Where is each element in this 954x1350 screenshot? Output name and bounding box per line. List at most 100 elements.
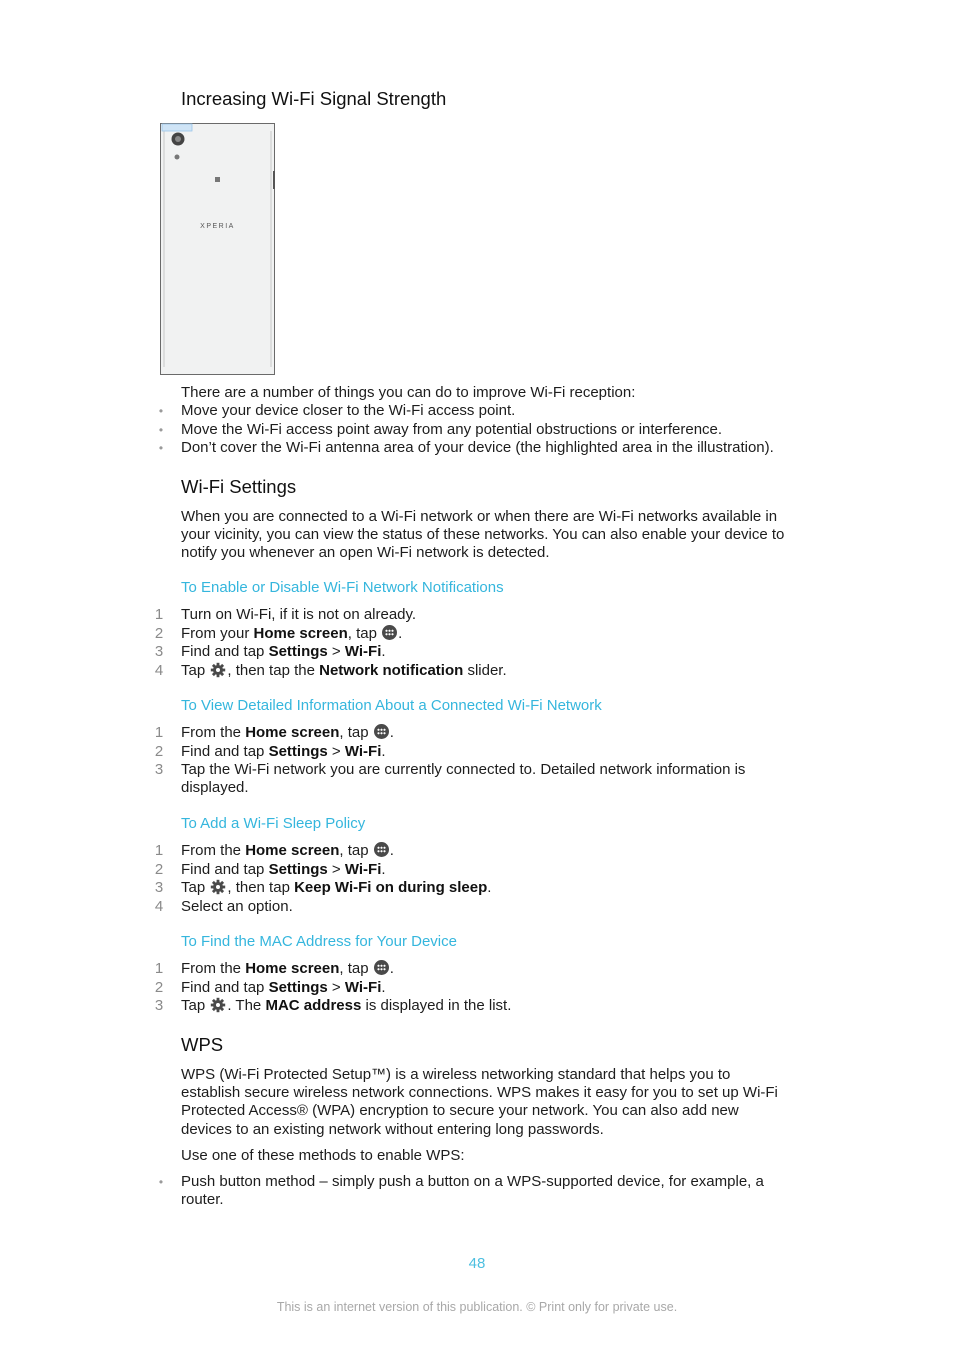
gear-icon bbox=[210, 997, 226, 1013]
ui-element-reference: MAC address bbox=[265, 997, 362, 1014]
step-number: 1 bbox=[154, 842, 164, 859]
step-text-segment: From the bbox=[181, 960, 246, 977]
step-text-segment: From the bbox=[181, 842, 246, 859]
step-text: From the Home screen, tap . bbox=[181, 842, 801, 860]
apps-icon bbox=[373, 960, 389, 975]
apps-icon bbox=[373, 724, 389, 739]
step-text-segment: . bbox=[389, 960, 394, 977]
antenna-highlight bbox=[161, 123, 193, 132]
subsection-title-detailed-info: To View Detailed Information About a Con… bbox=[181, 697, 602, 714]
step-text-segment: is displayed in the list. bbox=[361, 997, 512, 1014]
step-number: 2 bbox=[154, 860, 164, 878]
step-text-segment: From your bbox=[181, 624, 254, 642]
ui-element-reference: Wi-Fi bbox=[344, 742, 382, 760]
step-text-segment: Select an option. bbox=[181, 897, 293, 915]
ui-element-reference: Settings bbox=[268, 643, 328, 660]
footer-notice: This is an internet version of this publ… bbox=[276, 1300, 678, 1314]
step-number: 2 bbox=[154, 978, 164, 996]
step-number: 1 bbox=[154, 606, 164, 623]
step-text-segment: , then tap the bbox=[227, 661, 320, 679]
ui-element-reference: Home screen bbox=[253, 624, 348, 642]
step-text-segment: , then tap bbox=[227, 879, 295, 896]
step-text-segment: . bbox=[381, 978, 386, 996]
step-text: Select an option. bbox=[181, 898, 801, 916]
section-title-wps: WPS bbox=[181, 1034, 224, 1055]
step-text-segment: Find and tap bbox=[181, 643, 269, 660]
wifi-settings-intro: When you are connected to a Wi-Fi networ… bbox=[181, 508, 785, 562]
step-text-segment: Find and tap bbox=[181, 860, 269, 878]
step-text: Turn on Wi-Fi, if it is not on already. bbox=[181, 606, 801, 624]
subsection-title-mac-address: To Find the MAC Address for Your Device bbox=[181, 933, 457, 950]
bullet-icon: • bbox=[158, 441, 164, 455]
step-text: Find and tap Settings > Wi-Fi. bbox=[181, 643, 801, 661]
step-text: Find and tap Settings > Wi-Fi. bbox=[181, 743, 801, 761]
ui-element-reference: Network notification bbox=[319, 661, 464, 679]
step-text-segment: Tap bbox=[181, 997, 210, 1014]
apps-icon bbox=[373, 842, 389, 857]
step-text-segment: > bbox=[327, 978, 345, 996]
step-number: 4 bbox=[154, 897, 164, 915]
step-text-segment: . bbox=[381, 643, 386, 660]
step-number: 3 bbox=[154, 997, 164, 1014]
subsection-title-notifications: To Enable or Disable Wi-Fi Network Notif… bbox=[181, 579, 504, 596]
step-text-segment: From the bbox=[181, 724, 246, 741]
signal-intro: There are a number of things you can do … bbox=[181, 384, 636, 401]
step-text-segment: Tap the Wi-Fi network you are currently … bbox=[181, 761, 746, 797]
step-text: Tap the Wi-Fi network you are currently … bbox=[181, 761, 801, 797]
ui-element-reference: Settings bbox=[268, 978, 328, 996]
step-text-segment: Turn on Wi-Fi, if it is not on already. bbox=[181, 606, 417, 623]
section-title-signal-strength: Increasing Wi-Fi Signal Strength bbox=[181, 88, 447, 109]
step-text: From the Home screen, tap . bbox=[181, 960, 801, 978]
section-title-wifi-settings: Wi-Fi Settings bbox=[181, 476, 297, 497]
gear-icon bbox=[210, 662, 226, 678]
bullet-icon: • bbox=[158, 404, 164, 418]
ui-element-reference: Wi-Fi bbox=[344, 643, 382, 660]
bullet-icon: • bbox=[158, 423, 164, 437]
apps-icon bbox=[382, 624, 398, 640]
step-text-segment: . bbox=[381, 742, 386, 760]
step-number: 3 bbox=[154, 761, 164, 778]
ui-element-reference: Home screen bbox=[245, 842, 340, 859]
wps-methods-intro: Use one of these methods to enable WPS: bbox=[181, 1147, 465, 1164]
step-text: From your Home screen, tap . bbox=[181, 624, 801, 643]
step-text-segment: Tap bbox=[181, 879, 210, 896]
step-text: Tap , then tap the Network notification … bbox=[181, 662, 801, 680]
step-number: 3 bbox=[154, 879, 164, 896]
wps-intro: WPS (Wi-Fi Protected Setup™) is a wirele… bbox=[181, 1066, 778, 1138]
step-text: Find and tap Settings > Wi-Fi. bbox=[181, 979, 801, 997]
step-text: Tap , then tap Keep Wi-Fi on during slee… bbox=[181, 879, 801, 897]
step-text-segment: Find and tap bbox=[181, 742, 269, 760]
step-text-segment: . bbox=[398, 624, 403, 642]
ui-element-reference: Settings bbox=[268, 742, 328, 760]
ui-element-reference: Wi-Fi bbox=[344, 860, 382, 878]
step-text: From the Home screen, tap . bbox=[181, 724, 801, 742]
step-text-segment: Tap bbox=[181, 661, 210, 679]
subsection-title-sleep-policy: To Add a Wi-Fi Sleep Policy bbox=[181, 815, 366, 832]
step-text-segment: . bbox=[389, 724, 394, 741]
device-illustration: XPERIA bbox=[158, 123, 275, 375]
step-number: 2 bbox=[154, 742, 164, 760]
step-text-segment: . bbox=[381, 860, 386, 878]
step-text-segment: . bbox=[487, 879, 492, 896]
step-number: 4 bbox=[154, 661, 164, 679]
step-text-segment: . The bbox=[227, 997, 266, 1014]
step-text-segment: , tap bbox=[339, 724, 373, 741]
step-text-segment: > bbox=[327, 860, 345, 878]
step-number: 1 bbox=[154, 960, 164, 977]
step-text-segment: , tap bbox=[339, 960, 373, 977]
bullet-icon: • bbox=[158, 1175, 164, 1189]
step-number: 1 bbox=[154, 724, 164, 741]
step-text-segment: , tap bbox=[347, 624, 382, 642]
gear-icon bbox=[210, 879, 226, 895]
step-number: 3 bbox=[154, 643, 164, 660]
ui-element-reference: Home screen bbox=[245, 724, 340, 741]
step-text-segment: , tap bbox=[339, 842, 373, 859]
step-text: Find and tap Settings > Wi-Fi. bbox=[181, 861, 801, 879]
step-text-segment: Find and tap bbox=[181, 978, 269, 996]
step-text-segment: > bbox=[327, 742, 345, 760]
brand-logo: XPERIA bbox=[200, 223, 235, 230]
page-number: 48 bbox=[468, 1255, 486, 1272]
ui-element-reference: Keep Wi-Fi on during sleep bbox=[294, 879, 488, 896]
step-number: 2 bbox=[154, 624, 164, 642]
step-text: Tap . The MAC address is displayed in th… bbox=[181, 997, 801, 1015]
